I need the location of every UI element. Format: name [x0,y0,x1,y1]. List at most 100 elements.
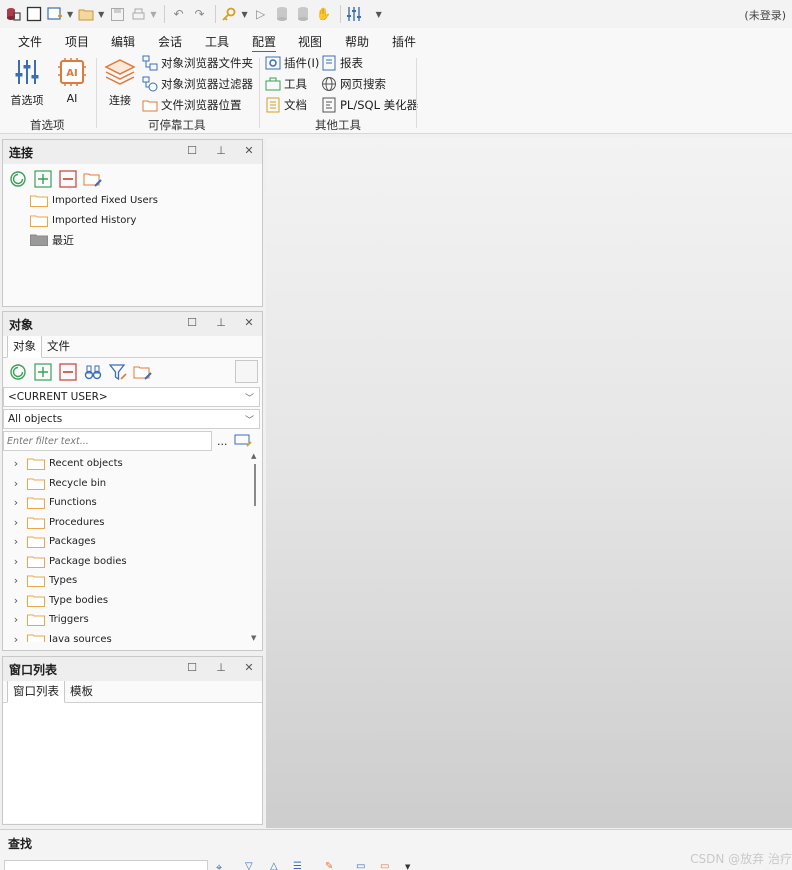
chevron-right-icon[interactable]: › [9,516,23,529]
window-icon[interactable]: ▭ [356,861,365,870]
menu-project[interactable]: 项目 [65,33,89,50]
execute-icon[interactable]: ▷ [252,5,270,23]
tree-row[interactable]: › Recent objects [9,454,262,474]
undo-icon[interactable]: ↶ [169,5,187,23]
connection-button[interactable]: 连接 [98,56,142,108]
tab-templates[interactable]: 模板 [65,680,98,702]
chevron-down-icon[interactable]: ▼ [405,863,410,870]
tools-button[interactable]: 工具 [264,74,307,94]
redo-icon[interactable]: ↷ [190,5,208,23]
scrollbar[interactable]: ▲ ▼ [251,452,260,642]
menu-edit[interactable]: 编辑 [111,33,135,50]
tree-row[interactable]: › Package bodies [9,552,262,572]
chevron-down-icon[interactable]: ▼ [150,10,156,19]
tree-row[interactable]: › Type bodies [9,591,262,611]
highlight-icon[interactable]: ✎ [325,861,333,870]
remove-icon[interactable] [58,362,78,382]
plugins-button[interactable]: 插件(I) [264,53,319,73]
find-input[interactable] [4,860,208,870]
folder-edit-icon[interactable] [83,169,103,189]
tree-row[interactable]: › Packages [9,532,262,552]
customize-chevron-icon[interactable]: ▼ [376,10,382,19]
filter-options-icon[interactable] [234,433,252,450]
tree-row[interactable]: › Java sources [9,630,262,642]
new-sql-window-icon[interactable] [46,5,64,23]
add-icon[interactable] [33,362,53,382]
close-icon[interactable]: ✕ [241,316,257,329]
chevron-right-icon[interactable]: › [9,535,23,548]
ai-button[interactable]: AI AI [50,56,94,105]
menu-help[interactable]: 帮助 [345,33,369,50]
add-icon[interactable] [33,169,53,189]
binoculars-icon[interactable] [83,362,103,382]
tab-window-list[interactable]: 窗口列表 [7,679,65,703]
find-previous-icon[interactable]: △ [270,861,278,870]
plsql-beautifier-button[interactable]: PL/SQL 美化器 [320,95,418,115]
maximize-icon[interactable]: ☐ [184,144,200,157]
break-hand-icon[interactable]: ✋ [315,5,333,23]
list-item[interactable]: Imported Fixed Users [30,191,262,211]
menu-view[interactable]: 视图 [298,33,322,50]
rollback-icon[interactable] [294,5,312,23]
save-icon[interactable] [108,5,126,23]
close-icon[interactable]: ✕ [241,661,257,674]
menu-session[interactable]: 会话 [158,33,182,50]
file-browser-locations-button[interactable]: 文件浏览器位置 [141,95,242,115]
menu-file[interactable]: 文件 [18,33,42,50]
tree-row[interactable]: › Procedures [9,513,262,533]
chevron-right-icon[interactable]: › [9,633,23,642]
tree-row[interactable]: › Types [9,571,262,591]
chevron-right-icon[interactable]: › [9,477,23,490]
web-search-button[interactable]: 网页搜索 [320,74,386,94]
folder-icon[interactable]: ▭ [380,861,389,870]
tab-files[interactable]: 文件 [42,335,75,357]
close-icon[interactable]: ✕ [241,144,257,157]
tree-row[interactable]: › Triggers [9,610,262,630]
commit-icon[interactable] [273,5,291,23]
chevron-right-icon[interactable]: › [9,594,23,607]
chevron-right-icon[interactable]: › [9,496,23,509]
list-item[interactable]: Imported History [30,211,262,231]
pin-icon[interactable]: ⊥ [213,316,229,329]
maximize-icon[interactable]: ☐ [184,316,200,329]
find-next-icon[interactable]: ▽ [245,861,253,870]
tree-row[interactable]: › Functions [9,493,262,513]
chevron-right-icon[interactable]: › [9,457,23,470]
object-type-select[interactable]: All objects ﹀ [3,409,260,429]
filter-input[interactable] [3,431,212,451]
chevron-down-icon[interactable]: ▼ [98,10,104,19]
reports-button[interactable]: 报表 [320,53,363,73]
pin-icon[interactable]: ⊥ [213,661,229,674]
filter-more-button[interactable]: ... [217,435,228,448]
chevron-right-icon[interactable]: › [9,574,23,587]
menu-tools[interactable]: 工具 [205,33,229,50]
refresh-icon[interactable] [8,169,28,189]
tab-objects[interactable]: 对象 [7,334,42,358]
filter-icon[interactable] [108,362,128,382]
open-folder-icon[interactable] [77,5,95,23]
object-browser-folders-button[interactable]: 对象浏览器文件夹 [141,53,253,73]
preferences-sliders-icon[interactable] [345,5,363,23]
print-icon[interactable] [129,5,147,23]
menu-configure[interactable]: 配置 [252,33,277,53]
remove-icon[interactable] [58,169,78,189]
chevron-down-icon[interactable]: ▼ [241,10,247,19]
new-window-icon[interactable] [25,5,43,23]
preferences-button[interactable]: 首选项 [5,56,49,108]
chevron-down-icon[interactable]: ▼ [67,10,73,19]
object-browser-filters-button[interactable]: 对象浏览器过滤器 [141,74,253,94]
chevron-right-icon[interactable]: › [9,555,23,568]
pin-icon[interactable]: ⊥ [213,144,229,157]
tree-row[interactable]: › Recycle bin [9,474,262,494]
maximize-icon[interactable]: ☐ [184,661,200,674]
user-select[interactable]: <CURRENT USER> ﹀ [3,387,260,407]
chevron-right-icon[interactable]: › [9,613,23,626]
list-icon[interactable]: ☰ [293,861,302,870]
list-item[interactable]: 最近 [30,230,262,250]
folder-edit-icon[interactable] [133,362,153,382]
documents-button[interactable]: 文档 [264,95,307,115]
key-icon[interactable] [220,5,238,23]
refresh-icon[interactable] [8,362,28,382]
binoculars-icon[interactable]: ⌖ [216,861,222,870]
menu-plugins[interactable]: 插件 [392,33,416,50]
